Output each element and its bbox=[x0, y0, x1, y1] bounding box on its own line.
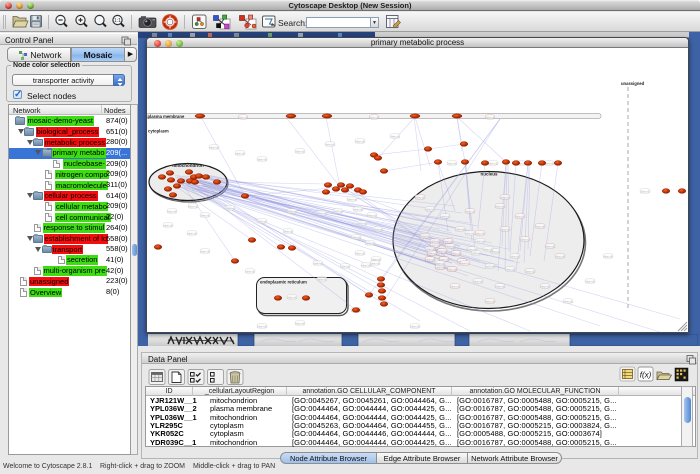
svg-text:mitochondrion: mitochondrion bbox=[172, 163, 204, 168]
svg-text:[slim id]: [slim id] bbox=[358, 221, 367, 225]
svg-text:[slim id]: [slim id] bbox=[451, 284, 460, 288]
svg-text:[slim id]: [slim id] bbox=[446, 244, 455, 248]
svg-text:[slim id]: [slim id] bbox=[536, 224, 545, 228]
svg-text:[slim id]: [slim id] bbox=[258, 157, 267, 161]
svg-text:[slim id]: [slim id] bbox=[416, 195, 425, 199]
svg-text:[slim id]: [slim id] bbox=[489, 161, 498, 165]
svg-text:[slim id]: [slim id] bbox=[436, 265, 445, 269]
svg-text:[slim id]: [slim id] bbox=[484, 247, 493, 251]
svg-text:[slim id]: [slim id] bbox=[546, 244, 555, 248]
svg-text:[slim id]: [slim id] bbox=[368, 213, 377, 217]
svg-text:[slim id]: [slim id] bbox=[374, 227, 383, 231]
svg-text:[slim id]: [slim id] bbox=[564, 299, 573, 303]
svg-text:unassigned: unassigned bbox=[621, 81, 645, 86]
svg-text:[slim id]: [slim id] bbox=[356, 251, 365, 255]
svg-text:[slim id]: [slim id] bbox=[334, 209, 343, 213]
svg-text:[slim id]: [slim id] bbox=[456, 227, 465, 231]
svg-text:[slim id]: [slim id] bbox=[586, 279, 595, 283]
svg-text:[slim id]: [slim id] bbox=[466, 209, 475, 213]
svg-text:[slim id]: [slim id] bbox=[354, 207, 363, 211]
svg-text:[slim id]: [slim id] bbox=[366, 241, 375, 245]
svg-text:[slim id]: [slim id] bbox=[189, 204, 198, 208]
svg-text:[slim id]: [slim id] bbox=[258, 219, 267, 223]
svg-text:plasma membrane: plasma membrane bbox=[148, 114, 185, 119]
svg-text:[slim id]: [slim id] bbox=[284, 229, 293, 233]
svg-text:[slim id]: [slim id] bbox=[486, 264, 495, 268]
svg-text:[slim id]: [slim id] bbox=[438, 249, 447, 253]
svg-text:[slim id]: [slim id] bbox=[486, 115, 495, 119]
svg-text:[slim id]: [slim id] bbox=[641, 189, 650, 193]
svg-text:[slim id]: [slim id] bbox=[326, 142, 335, 146]
svg-text:[slim id]: [slim id] bbox=[421, 234, 430, 238]
svg-text:[slim id]: [slim id] bbox=[426, 247, 435, 251]
svg-text:[slim id]: [slim id] bbox=[226, 206, 235, 210]
svg-text:[slim id]: [slim id] bbox=[444, 239, 453, 243]
svg-text:[slim id]: [slim id] bbox=[486, 299, 495, 303]
svg-text:f(x): f(x) bbox=[640, 371, 652, 380]
svg-text:[slim id]: [slim id] bbox=[448, 161, 457, 165]
svg-text:[slim id]: [slim id] bbox=[362, 263, 371, 267]
svg-text:[slim id]: [slim id] bbox=[168, 209, 177, 213]
svg-text:[slim id]: [slim id] bbox=[318, 277, 327, 281]
svg-text:[slim id]: [slim id] bbox=[506, 267, 515, 271]
svg-text:[slim id]: [slim id] bbox=[318, 211, 327, 215]
svg-text:[slim id]: [slim id] bbox=[501, 227, 510, 231]
svg-text:[slim id]: [slim id] bbox=[428, 251, 437, 255]
svg-text:[slim id]: [slim id] bbox=[526, 269, 535, 273]
svg-text:cytoplasm: cytoplasm bbox=[148, 129, 169, 134]
svg-text:[slim id]: [slim id] bbox=[236, 151, 245, 155]
svg-text:[slim id]: [slim id] bbox=[352, 235, 361, 239]
svg-text:[slim id]: [slim id] bbox=[472, 251, 481, 255]
svg-text:[slim id]: [slim id] bbox=[556, 254, 565, 258]
svg-text:[slim id]: [slim id] bbox=[521, 237, 530, 241]
svg-text:[slim id]: [slim id] bbox=[288, 295, 297, 299]
svg-text:endoplasmic reticulum: endoplasmic reticulum bbox=[260, 280, 307, 285]
svg-text:[slim id]: [slim id] bbox=[496, 284, 505, 288]
svg-text:1:1: 1:1 bbox=[114, 18, 121, 24]
svg-text:[slim id]: [slim id] bbox=[246, 269, 255, 273]
svg-text:[slim id]: [slim id] bbox=[239, 115, 248, 119]
svg-text:[slim id]: [slim id] bbox=[426, 207, 435, 211]
svg-text:[slim id]: [slim id] bbox=[288, 209, 297, 213]
svg-text:nucleus: nucleus bbox=[480, 172, 498, 177]
svg-text:[slim id]: [slim id] bbox=[436, 261, 445, 265]
svg-text:[slim id]: [slim id] bbox=[411, 324, 420, 328]
svg-text:[slim id]: [slim id] bbox=[466, 231, 475, 235]
svg-text:[slim id]: [slim id] bbox=[441, 214, 450, 218]
svg-text:[slim id]: [slim id] bbox=[461, 261, 470, 265]
svg-text:[slim id]: [slim id] bbox=[431, 239, 440, 243]
svg-text:[slim id]: [slim id] bbox=[201, 249, 210, 253]
svg-text:[slim id]: [slim id] bbox=[258, 324, 267, 328]
svg-text:[slim id]: [slim id] bbox=[516, 214, 525, 218]
svg-text:[slim id]: [slim id] bbox=[541, 284, 550, 288]
svg-text:[slim id]: [slim id] bbox=[348, 197, 357, 201]
svg-text:[slim id]: [slim id] bbox=[356, 139, 365, 143]
svg-text:[slim id]: [slim id] bbox=[426, 257, 435, 261]
svg-text:[slim id]: [slim id] bbox=[452, 251, 461, 255]
svg-text:[slim id]: [slim id] bbox=[476, 239, 485, 243]
svg-text:[slim id]: [slim id] bbox=[314, 261, 323, 265]
svg-text:[slim id]: [slim id] bbox=[341, 264, 350, 268]
svg-text:[slim id]: [slim id] bbox=[448, 267, 457, 271]
svg-text:[slim id]: [slim id] bbox=[371, 261, 380, 265]
svg-text:[slim id]: [slim id] bbox=[296, 321, 305, 325]
svg-text:[slim id]: [slim id] bbox=[296, 149, 305, 153]
svg-text:[slim id]: [slim id] bbox=[188, 231, 197, 235]
svg-text:[slim id]: [slim id] bbox=[496, 204, 505, 208]
svg-text:[slim id]: [slim id] bbox=[391, 134, 400, 138]
svg-text:[slim id]: [slim id] bbox=[474, 279, 483, 283]
svg-text:[slim id]: [slim id] bbox=[370, 115, 379, 119]
svg-text:[slim id]: [slim id] bbox=[164, 223, 173, 227]
svg-text:[slim id]: [slim id] bbox=[501, 195, 510, 199]
svg-text:[slim id]: [slim id] bbox=[476, 231, 485, 235]
svg-text:[slim id]: [slim id] bbox=[511, 254, 520, 258]
svg-text:[slim id]: [slim id] bbox=[201, 213, 210, 217]
svg-text:[slim id]: [slim id] bbox=[604, 254, 613, 258]
svg-text:[slim id]: [slim id] bbox=[210, 145, 219, 149]
